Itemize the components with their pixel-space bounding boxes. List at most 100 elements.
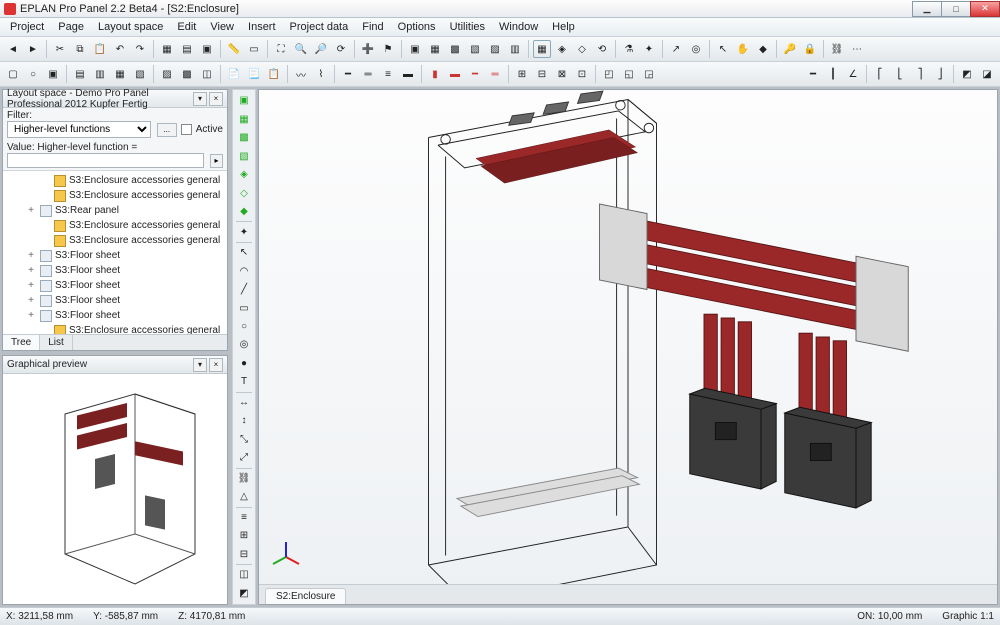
- tree-node[interactable]: S3:Enclosure accessories general: [3, 173, 227, 188]
- tool-tile-icon[interactable]: ▣: [198, 40, 216, 58]
- tool-cube5-icon[interactable]: ▨: [486, 40, 504, 58]
- tool-cube4-icon[interactable]: ▧: [466, 40, 484, 58]
- tree-node[interactable]: +S3:Floor sheet: [3, 248, 227, 263]
- tool2-e4-icon[interactable]: ⊡: [573, 65, 591, 83]
- side-m1-icon[interactable]: ≡: [235, 509, 253, 526]
- tool2-c2-icon[interactable]: ▬: [446, 65, 464, 83]
- tool2-e2-icon[interactable]: ⊟: [533, 65, 551, 83]
- panel-pin-icon[interactable]: ▾: [193, 92, 207, 106]
- side-dim-icon[interactable]: ↔: [235, 394, 253, 411]
- maximize-button[interactable]: □: [941, 1, 971, 17]
- tool-diamond-icon[interactable]: ◇: [573, 40, 591, 58]
- tool-more-icon[interactable]: ⋯: [848, 40, 866, 58]
- tool2-bracket3-icon[interactable]: ⎤: [911, 65, 929, 83]
- tool2-e3-icon[interactable]: ⊠: [553, 65, 571, 83]
- tree-expander-icon[interactable]: +: [25, 293, 37, 308]
- tool-hand-icon[interactable]: ✋: [734, 40, 752, 58]
- tool-arrow-icon[interactable]: ↗: [667, 40, 685, 58]
- tool2-b6-icon[interactable]: ▦: [111, 65, 129, 83]
- side-tri-icon[interactable]: △: [235, 488, 253, 505]
- tool-diamond2-icon[interactable]: ◆: [754, 40, 772, 58]
- menu-edit[interactable]: Edit: [171, 20, 202, 34]
- tool2-doc3-icon[interactable]: 📋: [265, 65, 283, 83]
- tool2-b8-icon[interactable]: ▨: [158, 65, 176, 83]
- tab-list[interactable]: List: [40, 335, 73, 350]
- tree-node[interactable]: +S3:Floor sheet: [3, 263, 227, 278]
- tool-cube6-icon[interactable]: ▥: [506, 40, 524, 58]
- tool-view-icon[interactable]: ▦: [533, 40, 551, 58]
- menu-options[interactable]: Options: [392, 20, 442, 34]
- side-cube7-icon[interactable]: ◆: [235, 203, 253, 220]
- tool-lock-icon[interactable]: 🔒: [801, 40, 819, 58]
- tool2-c1-icon[interactable]: ▮: [426, 65, 444, 83]
- minimize-button[interactable]: ▁: [912, 1, 942, 17]
- tree-expander-icon[interactable]: +: [25, 263, 37, 278]
- tree-view[interactable]: S3:Enclosure accessories general S3:Enclo…: [3, 170, 227, 334]
- side-cube5-icon[interactable]: ◈: [235, 166, 253, 183]
- side-chain-icon[interactable]: ⛓: [235, 470, 253, 487]
- tree-expander-icon[interactable]: +: [25, 308, 37, 323]
- side-n1-icon[interactable]: ◫: [235, 566, 253, 583]
- tool-zoomfit-icon[interactable]: ⛶: [272, 40, 290, 58]
- tool-rotate-icon[interactable]: ⟲: [593, 40, 611, 58]
- viewport-3d[interactable]: [259, 90, 997, 584]
- tool-iso-icon[interactable]: ◈: [553, 40, 571, 58]
- tool-redo-icon[interactable]: ↷: [131, 40, 149, 58]
- tool2-bar4-icon[interactable]: ▬: [399, 65, 417, 83]
- tool2-bar-icon[interactable]: ━: [339, 65, 357, 83]
- tool-key-icon[interactable]: 🔑: [781, 40, 799, 58]
- tool-cube3-icon[interactable]: ▩: [446, 40, 464, 58]
- view-tab-enclosure[interactable]: S2:Enclosure: [265, 588, 346, 604]
- value-input[interactable]: [7, 153, 204, 168]
- filter-more-button[interactable]: ...: [157, 123, 177, 137]
- menu-help[interactable]: Help: [546, 20, 581, 34]
- tool2-box-icon[interactable]: ▢: [4, 65, 22, 83]
- close-button[interactable]: ✕: [970, 1, 1000, 17]
- tool2-b10-icon[interactable]: ◫: [198, 65, 216, 83]
- tool-scissors-icon[interactable]: ✂: [51, 40, 69, 58]
- tool2-b9-icon[interactable]: ▩: [178, 65, 196, 83]
- tool2-f1-icon[interactable]: ◰: [600, 65, 618, 83]
- tool2-doc2-icon[interactable]: 📃: [245, 65, 263, 83]
- tree-node[interactable]: +S3:Rear panel: [3, 203, 227, 218]
- tool-ruler-icon[interactable]: 📏: [225, 40, 243, 58]
- tool2-ang-icon[interactable]: ∠: [844, 65, 862, 83]
- side-arrow-icon[interactable]: ↖: [235, 244, 253, 261]
- tool2-v-icon[interactable]: ┃: [824, 65, 842, 83]
- tool2-b3-icon[interactable]: ▣: [44, 65, 62, 83]
- tool-copy-icon[interactable]: ⧉: [71, 40, 89, 58]
- side-line-icon[interactable]: ╱: [235, 281, 253, 298]
- tool2-f2-icon[interactable]: ◱: [620, 65, 638, 83]
- tool2-bracket4-icon[interactable]: ⎦: [931, 65, 949, 83]
- side-cube2-icon[interactable]: ▦: [235, 110, 253, 127]
- menu-utilities[interactable]: Utilities: [444, 20, 491, 34]
- menu-window[interactable]: Window: [493, 20, 544, 34]
- tool2-end2-icon[interactable]: ◪: [978, 65, 996, 83]
- tool2-end-icon[interactable]: ◩: [958, 65, 976, 83]
- tool-grid-icon[interactable]: ▦: [158, 40, 176, 58]
- tool-window-icon[interactable]: ▭: [245, 40, 263, 58]
- tool2-doc-icon[interactable]: 📄: [225, 65, 243, 83]
- preview-close-icon[interactable]: ×: [209, 358, 223, 372]
- menu-page[interactable]: Page: [52, 20, 90, 34]
- panel-close-icon[interactable]: ×: [209, 92, 223, 106]
- tool2-wire-icon[interactable]: 〰: [292, 65, 310, 83]
- tool-target-icon[interactable]: ◎: [687, 40, 705, 58]
- tool2-h-icon[interactable]: ━: [804, 65, 822, 83]
- tool-cube2-icon[interactable]: ▦: [426, 40, 444, 58]
- tool2-b5-icon[interactable]: ▥: [91, 65, 109, 83]
- side-axis-icon[interactable]: ✦: [235, 223, 253, 240]
- side-dim2-icon[interactable]: ↕: [235, 412, 253, 429]
- tool2-c3-icon[interactable]: ━: [466, 65, 484, 83]
- tree-expander-icon[interactable]: +: [25, 203, 37, 218]
- side-dot-icon[interactable]: ●: [235, 355, 253, 372]
- tool2-bracket2-icon[interactable]: ⎣: [891, 65, 909, 83]
- menu-find[interactable]: Find: [356, 20, 389, 34]
- tree-node[interactable]: +S3:Floor sheet: [3, 278, 227, 293]
- preview-pin-icon[interactable]: ▾: [193, 358, 207, 372]
- tool-star-icon[interactable]: ✦: [640, 40, 658, 58]
- tree-node[interactable]: S3:Enclosure accessories general: [3, 233, 227, 248]
- tool2-bar2-icon[interactable]: ═: [359, 65, 377, 83]
- side-cube3-icon[interactable]: ▩: [235, 129, 253, 146]
- tool-chain-icon[interactable]: ⛓: [828, 40, 846, 58]
